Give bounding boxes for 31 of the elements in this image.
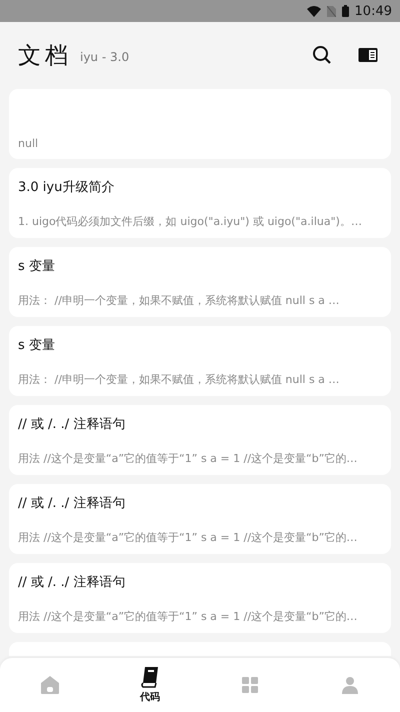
doc-card[interactable]: 3.0 iyu升级简介 1. uigo代码必须加文件后缀，如 uigo("a.iyu") 或 uigo("a.ilua")。…: [9, 168, 391, 238]
doc-card[interactable]: s 变量 用法： //申明一个变量，如果不赋值，系统将默认赋值 null s a …: [9, 247, 391, 317]
doc-description: 1. uigo代码必须加文件后缀，如 uigo("a.iyu") 或 uigo("a.ilua")。…: [18, 214, 363, 229]
nav-tab[interactable]: 代码: [100, 658, 200, 712]
doc-description: 用法 //这个是变量“a”它的值等于“1” s a = 1 //这个是变量“b”它的…: [18, 609, 358, 624]
version-label: iyu - 3.0: [80, 50, 130, 64]
doc-card[interactable]: // 或 /. ./ 注释语句 用法 //这个是变量“a”它的值等于“1” s a = 1 //这个是变量“b”它的…: [9, 405, 391, 475]
battery-icon: [342, 5, 349, 17]
doc-title: // 或 /. ./ 注释语句: [18, 495, 126, 512]
doc-description: 用法： //申明一个变量，如果不赋值，系统将默认赋值 null s a …: [18, 372, 340, 387]
page-title: 文档: [18, 42, 72, 70]
book-icon: [140, 666, 160, 688]
doc-card[interactable]: // 或 /. ./ 注释语句 用法 //这个是变量“a”它的值等于“1” s a = 1 //这个是变量“b”它的…: [9, 563, 391, 633]
doc-card[interactable]: null: [9, 89, 391, 159]
doc-title: 3.0 iyu升级简介: [18, 179, 116, 196]
doc-title: s 变量: [18, 258, 56, 275]
doc-card[interactable]: s 变量 用法： //申明一个变量，如果不赋值，系统将默认赋值 null s a …: [9, 326, 391, 396]
home-icon: [39, 674, 61, 696]
wifi-icon: [306, 6, 321, 16]
no-sim-icon: [326, 6, 336, 16]
person-icon: [340, 675, 360, 695]
doc-description: 用法： //申明一个变量，如果不赋值，系统将默认赋值 null s a …: [18, 293, 340, 308]
doc-title: // 或 /. ./ 注释语句: [18, 416, 126, 433]
doc-card[interactable]: // 或 /. ./ 注释语句 用法 //这个是变量“a”它的值等于“1” s a = 1 //这个是变量“b”它的…: [9, 484, 391, 554]
doc-description: null: [18, 137, 40, 150]
doc-title: s 变量: [18, 337, 56, 354]
grid-icon: [240, 675, 260, 695]
clock: 10:49: [354, 4, 392, 18]
doc-description: 用法 //这个是变量“a”它的值等于“1” s a = 1 //这个是变量“b”它的…: [18, 451, 358, 466]
doc-title: // 或 /. ./ 注释语句: [18, 574, 126, 591]
doc-description: 用法 //这个是变量“a”它的值等于“1” s a = 1 //这个是变量“b”它的…: [18, 530, 358, 545]
